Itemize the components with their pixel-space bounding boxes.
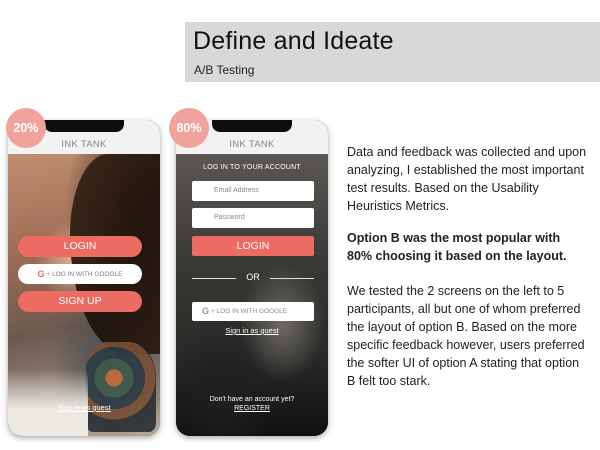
- header-band: Define and Ideate A/B Testing: [185, 22, 600, 82]
- option-b-login-heading: LOG IN TO YOUR ACCOUNT: [203, 164, 301, 171]
- body-paragraph-3: We tested the 2 screens on the left to 5…: [347, 284, 585, 388]
- option-a-google-login-button[interactable]: G + LOG IN WITH GOOGLE: [18, 264, 142, 284]
- photo-tattoo: [86, 342, 156, 432]
- no-account-text: Don't have an account yet?: [209, 396, 295, 403]
- page-subtitle: A/B Testing: [194, 63, 255, 77]
- register-link[interactable]: REGISTER: [176, 405, 328, 412]
- body-paragraph-1: Data and feedback was collected and upon…: [347, 145, 587, 213]
- or-separator: OR: [246, 272, 260, 282]
- option-b-google-login-button[interactable]: G + LOG IN WITH GOOGLE: [192, 302, 314, 321]
- phone-notch: [212, 120, 292, 132]
- body-paragraph-2: Option B was the most popular with 80% c…: [347, 231, 567, 263]
- google-g-icon: G: [202, 306, 210, 316]
- divider-right: [270, 278, 314, 279]
- option-b-guest-link[interactable]: Sign in as guest: [176, 326, 328, 335]
- divider-left: [192, 278, 236, 279]
- option-a-percent-badge: 20%: [6, 108, 46, 148]
- option-b-google-plus: +: [211, 308, 215, 315]
- option-a-google-plus: +: [46, 271, 51, 278]
- option-a-login-button[interactable]: LOGIN: [18, 236, 142, 257]
- google-g-icon: G: [37, 269, 45, 279]
- phone-notch: [44, 120, 124, 132]
- password-field[interactable]: Password: [192, 208, 314, 228]
- email-field[interactable]: Email Address: [192, 181, 314, 201]
- option-b-login-button[interactable]: LOGIN: [192, 236, 314, 256]
- option-a-google-label: LOG IN WITH GOOGLE: [52, 271, 123, 278]
- option-a-guest-link[interactable]: Sign in as guest: [8, 403, 160, 412]
- page-title: Define and Ideate: [193, 27, 394, 55]
- option-b-google-label: LOG IN WITH GOOGLE: [216, 308, 288, 315]
- option-b-percent-badge: 80%: [169, 108, 209, 148]
- option-a-signup-button[interactable]: SIGN UP: [18, 291, 142, 312]
